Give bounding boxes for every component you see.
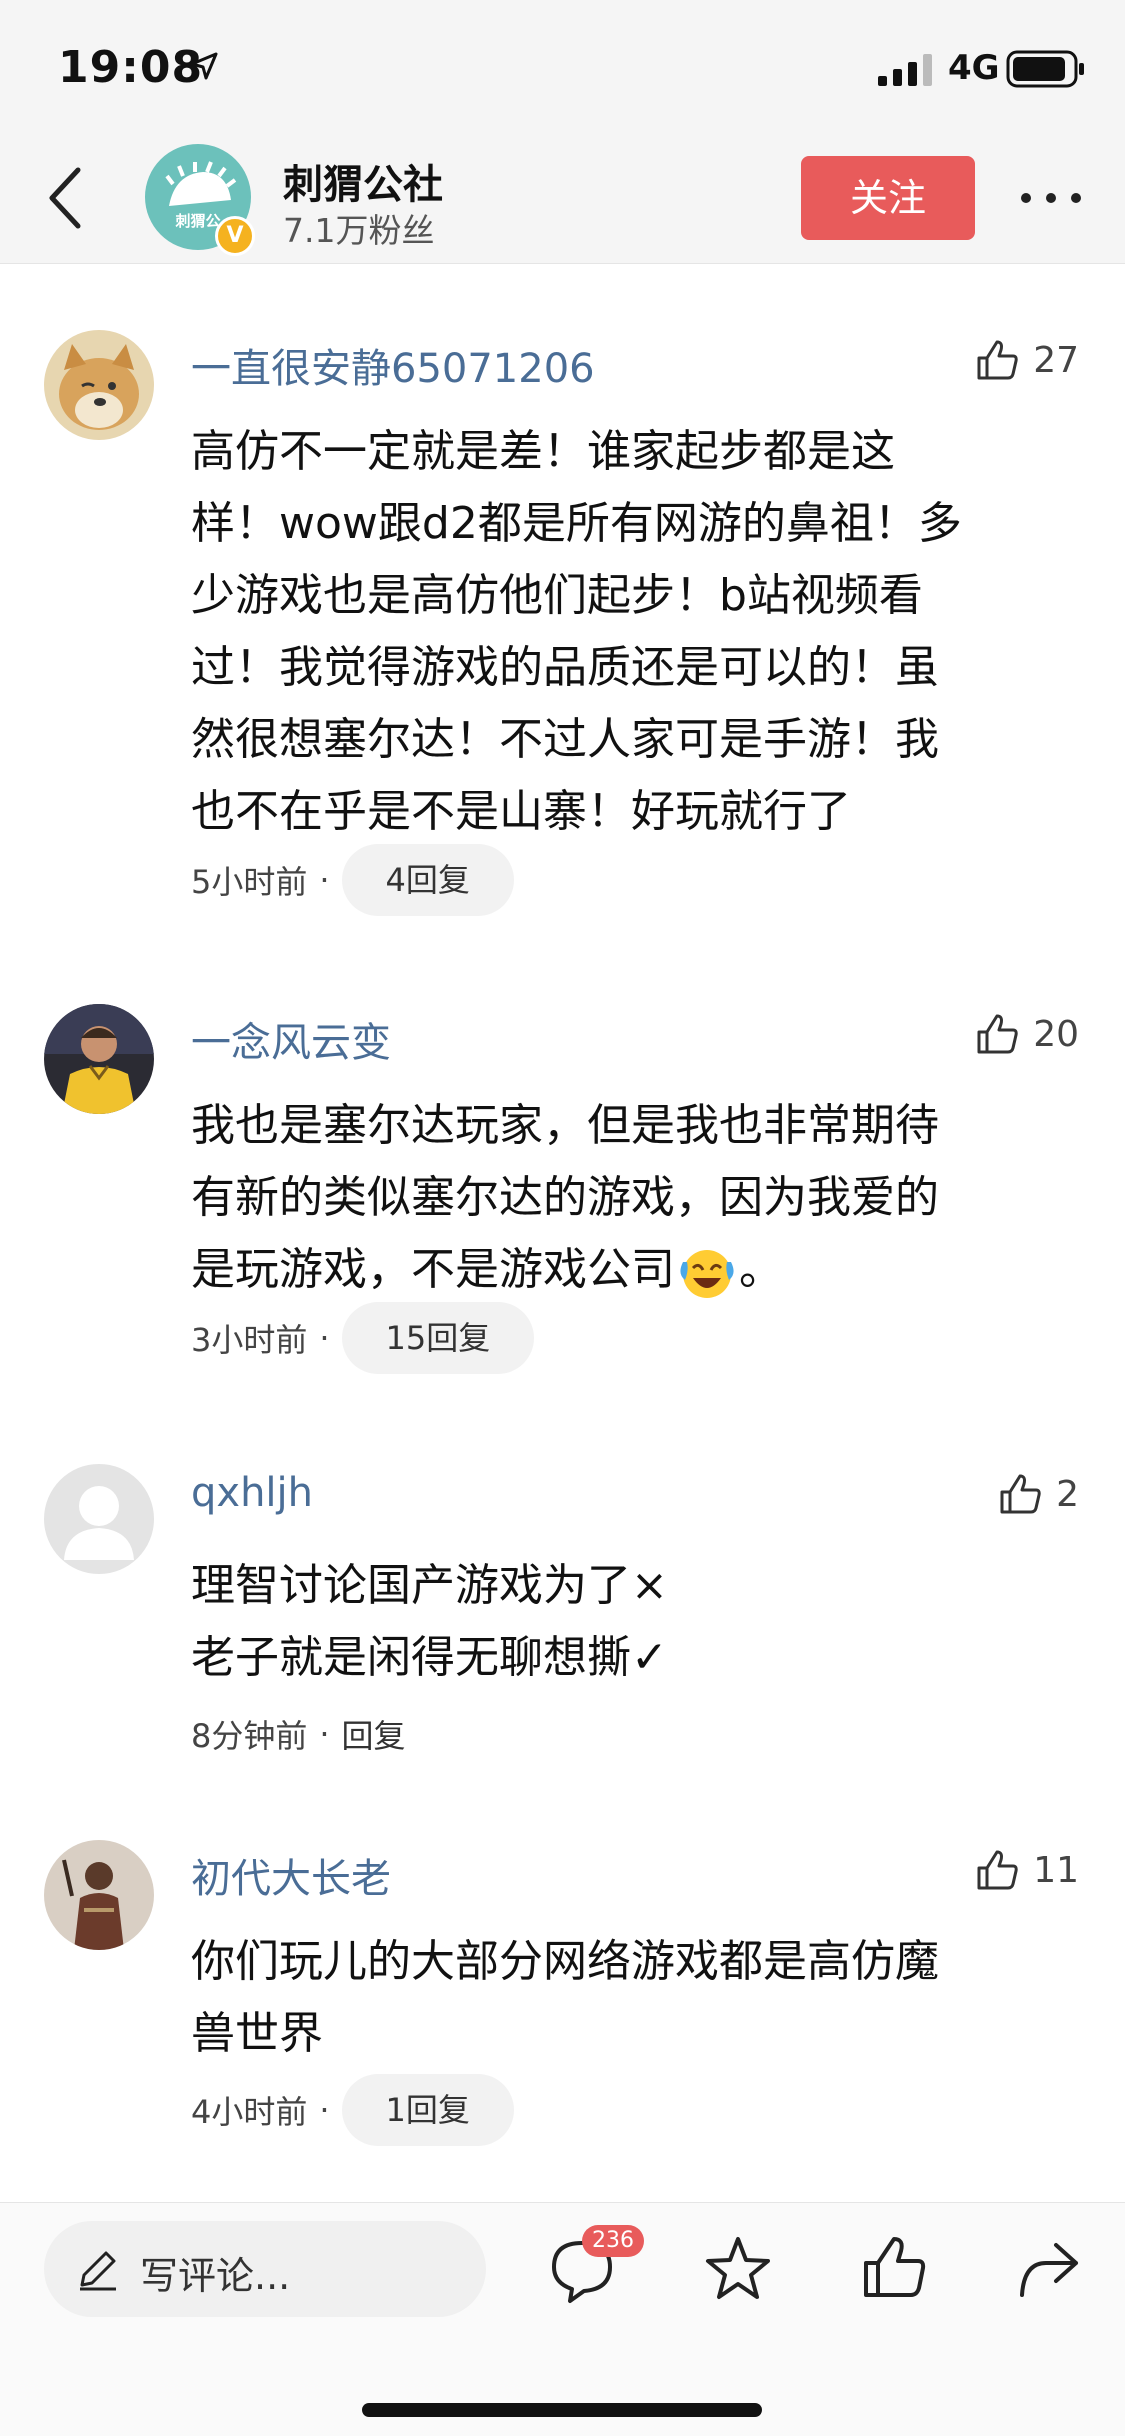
comment-count-badge: 236 (582, 2225, 644, 2257)
user-avatar[interactable] (44, 1840, 154, 1950)
comment-time: 3小时前 (191, 1321, 308, 1359)
comment-text: 理智讨论国产游戏为了× 老子就是闲得无聊想撕✓ (191, 1560, 668, 1683)
battery-icon (1006, 50, 1084, 88)
reply-count-button[interactable]: 4回复 (341, 844, 514, 916)
dog-avatar-icon (44, 330, 154, 440)
comment-meta: 5小时前 · 4回复 (191, 844, 514, 916)
article-header: 刺猬公 V 刺猬公社 7.1万粉丝 关注 (0, 132, 1125, 264)
signal-icon (878, 54, 932, 86)
pen-icon (80, 2251, 116, 2291)
comment-text-end: 。 (739, 1244, 783, 1295)
comment-meta: 8分钟前 · 回复 (191, 1698, 406, 1770)
more-options-icon[interactable] (1016, 176, 1086, 220)
status-bar: 19:08 4G (0, 0, 1125, 132)
comment-text: 你们玩儿的大部分网络游戏都是高仿魔 兽世界 (191, 1936, 939, 2059)
comment-meta: 4小时前 · 1回复 (191, 2074, 514, 2146)
channel-name[interactable]: 刺猬公社 (283, 152, 443, 210)
reply-button[interactable]: 回复 (342, 1711, 406, 1757)
like-count: 11 (1033, 1849, 1079, 1891)
thumbs-up-icon (1000, 1474, 1041, 1514)
thumbs-up-icon (977, 340, 1018, 380)
like-count: 20 (1033, 1013, 1079, 1055)
meta-separator: · (319, 1319, 330, 1357)
like-button[interactable]: 2 (996, 1464, 1079, 1524)
comment-username[interactable]: 初代大长老 (191, 1846, 391, 1904)
channel-avatar[interactable]: 刺猬公 V (145, 144, 255, 256)
football-player-avatar-icon (44, 1004, 154, 1114)
like-button[interactable]: 20 (973, 1004, 1079, 1064)
thumbs-up-icon (977, 1850, 1018, 1890)
laughing-crying-emoji-icon (680, 1250, 734, 1298)
comment-username[interactable]: 一念风云变 (191, 1010, 391, 1068)
user-avatar[interactable] (44, 330, 154, 440)
reply-count-button[interactable]: 1回复 (341, 2074, 514, 2146)
comment-text: 高仿不一定就是差！谁家起步都是这 样！wow跟d2都是所有网游的鼻祖！多 少游戏… (191, 426, 962, 837)
bottom-action-bar: 写评论... 236 (0, 2202, 1125, 2436)
comment-text: 我也是塞尔达玩家，但是我也非常期待 有新的类似塞尔达的游戏，因为我爱的 是玩游戏… (191, 1090, 1081, 1306)
favorite-star-icon[interactable] (702, 2233, 774, 2305)
write-comment-input[interactable]: 写评论... (44, 2221, 486, 2317)
meta-separator: · (319, 861, 330, 899)
comment-time: 5小时前 (191, 863, 308, 901)
warrior-avatar-icon (44, 1840, 154, 1950)
back-button[interactable] (36, 160, 96, 236)
follow-button[interactable]: 关注 (801, 156, 975, 240)
location-arrow-icon (190, 52, 218, 80)
channel-fans-count: 7.1万粉丝 (283, 211, 435, 250)
reply-count-button[interactable]: 15回复 (341, 1302, 535, 1374)
home-indicator (362, 2403, 762, 2417)
thumbs-up-icon (977, 1014, 1018, 1054)
comment-username[interactable]: qxhljh (191, 1470, 313, 1516)
like-count: 2 (1056, 1473, 1079, 1515)
user-avatar[interactable] (44, 1004, 154, 1114)
default-user-avatar-icon (44, 1464, 154, 1574)
like-count: 27 (1033, 339, 1079, 381)
comment-time: 4小时前 (191, 2093, 308, 2131)
like-button[interactable]: 11 (973, 1840, 1079, 1900)
comment-username[interactable]: 一直很安静65071206 (191, 336, 595, 394)
comment-time: 8分钟前 (191, 1717, 308, 1755)
status-time: 19:08 (58, 42, 204, 93)
comment-input-placeholder: 写评论... (140, 2254, 291, 2298)
meta-separator: · (319, 1715, 330, 1753)
like-button[interactable]: 27 (973, 330, 1079, 390)
comment-meta: 3小时前 · 15回复 (191, 1302, 535, 1374)
verified-badge-icon: V (215, 216, 255, 256)
network-label: 4G (948, 48, 1000, 88)
comment-text-main: 我也是塞尔达玩家，但是我也非常期待 有新的类似塞尔达的游戏，因为我爱的 是玩游戏… (191, 1100, 939, 1295)
share-arrow-icon[interactable] (1012, 2233, 1084, 2305)
meta-separator: · (319, 2091, 330, 2129)
thumbs-up-icon[interactable] (858, 2231, 930, 2303)
user-avatar[interactable] (44, 1464, 154, 1574)
